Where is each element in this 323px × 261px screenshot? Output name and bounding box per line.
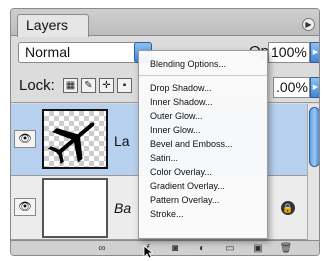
mouse-cursor-icon (143, 245, 153, 259)
adjustment-icon[interactable]: ◐ (193, 242, 211, 255)
panel-tab-bar: Layers ▶ (11, 9, 319, 37)
menu-item-blending-options[interactable]: Blending Options... (150, 58, 226, 70)
layer-name: Ba (114, 200, 132, 216)
trash-icon[interactable]: 🗑 (277, 242, 295, 255)
fill-arrow-icon[interactable]: ▶ (310, 77, 319, 98)
scroll-thumb[interactable] (309, 107, 319, 167)
menu-item[interactable]: Drop Shadow... (150, 82, 212, 94)
menu-item[interactable]: Color Overlay... (150, 166, 212, 178)
opacity-arrow-icon[interactable]: ▶ (310, 42, 319, 63)
menu-item[interactable]: Outer Glow... (150, 110, 203, 122)
scrollbar[interactable] (307, 104, 319, 240)
layer-thumbnail (42, 178, 108, 238)
lock-image-icon[interactable]: ✎ (81, 78, 96, 93)
layer-thumbnail (42, 109, 108, 169)
lock-transparency-icon[interactable]: ▦ (63, 78, 78, 93)
menu-item[interactable]: Pattern Overlay... (150, 194, 219, 206)
link-icon[interactable]: ∞ (93, 242, 111, 255)
lock-label: Lock: (19, 77, 55, 94)
mask-icon[interactable]: ◙ (166, 242, 184, 255)
menu-item[interactable]: Gradient Overlay... (150, 180, 225, 192)
menu-item[interactable]: Inner Shadow... (150, 96, 213, 108)
panel-footer: ∞ ƒ ◙ ◐ ▭ ▣ 🗑 (11, 240, 319, 255)
lock-icon: 🔒 (281, 201, 295, 215)
menu-separator (139, 75, 267, 76)
lock-all-icon[interactable]: ▪ (117, 78, 132, 93)
layer-style-menu: Blending Options... Drop Shadow... Inner… (138, 50, 268, 239)
menu-item[interactable]: Inner Glow... (150, 124, 201, 136)
opacity-input[interactable]: 100% (268, 42, 310, 63)
airplane-icon (47, 122, 95, 165)
eye-icon[interactable]: 👁 (14, 130, 36, 148)
menu-item[interactable]: Satin... (150, 152, 178, 164)
menu-item[interactable]: Stroke... (150, 208, 184, 220)
fill-input[interactable]: .00% (273, 77, 310, 98)
blend-mode-select[interactable]: Normal (18, 42, 144, 63)
layer-name: La (114, 133, 130, 149)
new-layer-icon[interactable]: ▣ (249, 242, 267, 255)
eye-icon[interactable]: 👁 (14, 198, 36, 216)
folder-icon[interactable]: ▭ (221, 242, 239, 255)
menu-item[interactable]: Bevel and Emboss... (150, 138, 233, 150)
lock-position-icon[interactable]: ✛ (99, 78, 114, 93)
panel-menu-icon[interactable]: ▶ (302, 18, 315, 31)
tab-layers[interactable]: Layers (17, 14, 89, 37)
